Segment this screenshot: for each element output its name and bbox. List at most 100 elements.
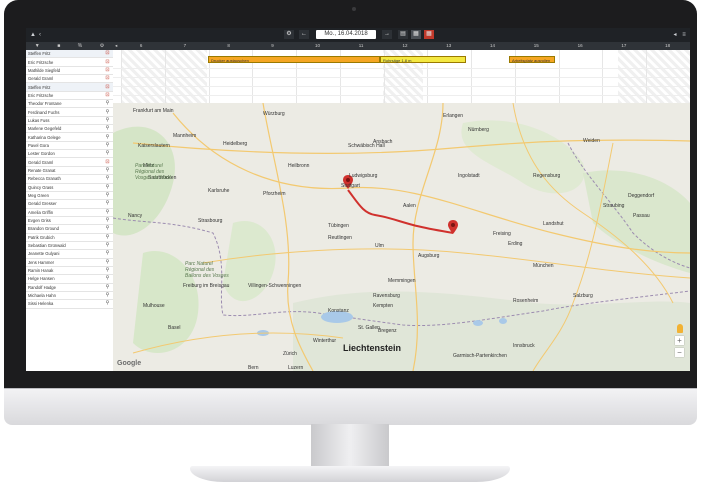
menu-icon[interactable]: ≡ <box>680 31 688 39</box>
map-city-label: Erlangen <box>443 113 464 119</box>
settings-button[interactable]: ⚙ <box>284 30 294 39</box>
person-row[interactable]: Eric Fritzsche ⊡ <box>26 58 113 67</box>
list-view-button[interactable]: ▤ <box>398 30 408 39</box>
event-bar[interactable]: Arbeitsplatz ausrollen <box>509 56 555 63</box>
zoom-out-button[interactable]: − <box>675 348 684 357</box>
location-pin-icon[interactable]: ⚲ <box>105 142 110 148</box>
route-map[interactable]: Frankfurt am Main Würzburg Erlangen Nürnber… <box>113 103 690 371</box>
person-row[interactable]: Lukas Fuss ⚲ <box>26 117 113 126</box>
person-row[interactable]: Gerald Graml ⊡ <box>26 75 113 84</box>
person-row[interactable]: Jens Hammer ⚲ <box>26 259 113 267</box>
gear-icon[interactable]: ⚙ <box>100 43 104 49</box>
location-pin-icon[interactable]: ⚲ <box>105 268 110 273</box>
map-city-label: Memmingen <box>388 278 416 284</box>
location-pin-icon[interactable]: ⚲ <box>105 134 110 140</box>
person-row[interactable]: Evgen Griss ⚲ <box>26 217 113 226</box>
alert-view-button[interactable]: ▦ <box>424 30 434 39</box>
map-city-label: Ulm <box>375 243 384 249</box>
person-row[interactable]: Steffen Fritz ⊡ <box>26 83 113 92</box>
event-bar[interactable]: Drucker austauschen <box>208 56 380 63</box>
location-pin-icon[interactable]: ⚲ <box>105 101 110 106</box>
map-city-label: Freiburg im Breisgau <box>183 283 230 289</box>
person-row[interactable]: Randolf Hadge ⚲ <box>26 284 113 292</box>
filter-icon[interactable]: ▼ <box>35 43 40 49</box>
location-pin-icon[interactable]: ⚲ <box>105 193 110 198</box>
timeline-row-divider <box>113 95 690 96</box>
monitor-chin <box>4 388 697 425</box>
status-box-icon[interactable]: ⊡ <box>105 159 110 165</box>
map-city-label: Bern <box>248 365 259 371</box>
person-name: Eric Fritzsche <box>28 92 54 98</box>
person-row[interactable]: Renate Granat ⚲ <box>26 167 113 176</box>
status-box-icon[interactable]: ⊡ <box>105 84 110 90</box>
map-city-label: Luzern <box>288 365 304 371</box>
location-pin-icon[interactable]: ⚲ <box>105 293 110 298</box>
date-display[interactable]: Mo., 16.04.2018 <box>316 30 376 39</box>
map-city-label: Heidelberg <box>223 141 248 147</box>
camera-icon <box>352 7 356 11</box>
person-row[interactable]: Jeanette Gulyani ⚲ <box>26 250 113 259</box>
location-pin-icon[interactable]: ⚲ <box>105 226 110 231</box>
zoom-in-button[interactable]: + <box>675 336 684 345</box>
person-row[interactable]: Marlene Gegefeld ⚲ <box>26 125 113 134</box>
person-row[interactable]: Pavel Gora ⚲ <box>26 142 113 151</box>
location-pin-icon[interactable]: ⚲ <box>105 218 110 223</box>
back-icon[interactable]: ‹ <box>36 31 44 39</box>
map-city-label: Deggendorf <box>628 193 655 199</box>
person-name: Lester Gordon <box>28 151 55 157</box>
person-row[interactable]: Ferdinand Fuchs ⚲ <box>26 108 113 117</box>
destination-marker-icon[interactable] <box>448 220 458 239</box>
location-pin-icon[interactable]: ⚲ <box>105 209 110 215</box>
location-pin-icon[interactable]: ⚲ <box>105 126 110 131</box>
street-view-icon[interactable] <box>677 324 683 333</box>
status-box-icon[interactable]: ⊡ <box>105 59 110 65</box>
grid-view-button[interactable]: ▦ <box>411 30 421 39</box>
status-box-icon[interactable]: ⊡ <box>105 92 110 98</box>
person-row[interactable]: Katharina Gelege ⚲ <box>26 133 113 142</box>
person-row[interactable]: Gerald Gresser ⚲ <box>26 200 113 209</box>
next-day-button[interactable]: → <box>382 30 392 39</box>
person-row[interactable]: Sissi Helenka ⚲ <box>26 300 113 309</box>
location-pin-icon[interactable]: ⚲ <box>105 284 110 290</box>
status-box-icon[interactable]: ⊡ <box>105 76 110 81</box>
person-row[interactable]: Theodor Frontane ⚲ <box>26 100 113 109</box>
event-bar[interactable]: Rohrsäge 1.8 m <box>380 56 466 63</box>
location-pin-icon[interactable]: ⚲ <box>105 201 110 206</box>
timeline-scroll-left-icon[interactable]: ◂ <box>115 42 117 50</box>
location-pin-icon[interactable]: ⚲ <box>105 243 110 248</box>
location-pin-icon[interactable]: ⚲ <box>105 251 110 256</box>
person-row[interactable]: Patrik Grubich ⚲ <box>26 234 113 242</box>
person-row[interactable]: Helge Hansen ⚲ <box>26 275 113 284</box>
location-pin-icon[interactable]: ⚲ <box>105 117 110 123</box>
location-pin-icon[interactable]: ⚲ <box>105 184 110 190</box>
person-row[interactable]: Steffen Fritz ⊡ <box>26 50 113 59</box>
person-row[interactable]: Michaela Hahn ⚲ <box>26 292 113 301</box>
person-row[interactable]: Lester Gordon ⚲ <box>26 150 113 159</box>
status-box-icon[interactable]: ⊡ <box>105 67 110 73</box>
location-pin-icon[interactable]: ⚲ <box>105 151 110 156</box>
location-pin-icon[interactable]: ⚲ <box>105 301 110 306</box>
location-pin-icon[interactable]: ⚲ <box>105 259 110 265</box>
person-row[interactable]: Eric Fritzsche ⊡ <box>26 92 113 101</box>
person-row[interactable]: Sebastian Grünwald ⚲ <box>26 242 113 251</box>
collapse-icon[interactable]: ◂ <box>671 31 679 39</box>
percent-icon[interactable]: % <box>78 43 82 49</box>
person-row[interactable]: Meg Green ⚲ <box>26 192 113 201</box>
location-pin-icon[interactable]: ⚲ <box>105 109 110 115</box>
person-row[interactable]: Ramin Hanak ⚲ <box>26 267 113 276</box>
prev-day-button[interactable]: ← <box>299 30 309 39</box>
location-pin-icon[interactable]: ⚲ <box>105 234 110 240</box>
person-row[interactable]: Mathilde Siegfeld ⊡ <box>26 67 113 76</box>
map-city-label: Pforzheim <box>263 191 286 197</box>
person-row[interactable]: Amelia Griffin ⚲ <box>26 209 113 217</box>
location-pin-icon[interactable]: ⚲ <box>105 167 110 173</box>
location-pin-icon[interactable]: ⚲ <box>105 276 110 281</box>
person-row[interactable]: Rebecca Granath ⚲ <box>26 175 113 184</box>
person-row[interactable]: Brandon Ground ⚲ <box>26 225 113 234</box>
status-box-icon[interactable]: ⊡ <box>105 51 110 56</box>
person-row[interactable]: Gerald Graml ⊡ <box>26 158 113 167</box>
person-name: Randolf Hadge <box>28 284 56 290</box>
location-pin-icon[interactable]: ⚲ <box>105 176 110 181</box>
person-row[interactable]: Quincy Grass ⚲ <box>26 184 113 192</box>
square-icon[interactable]: ■ <box>57 43 60 49</box>
